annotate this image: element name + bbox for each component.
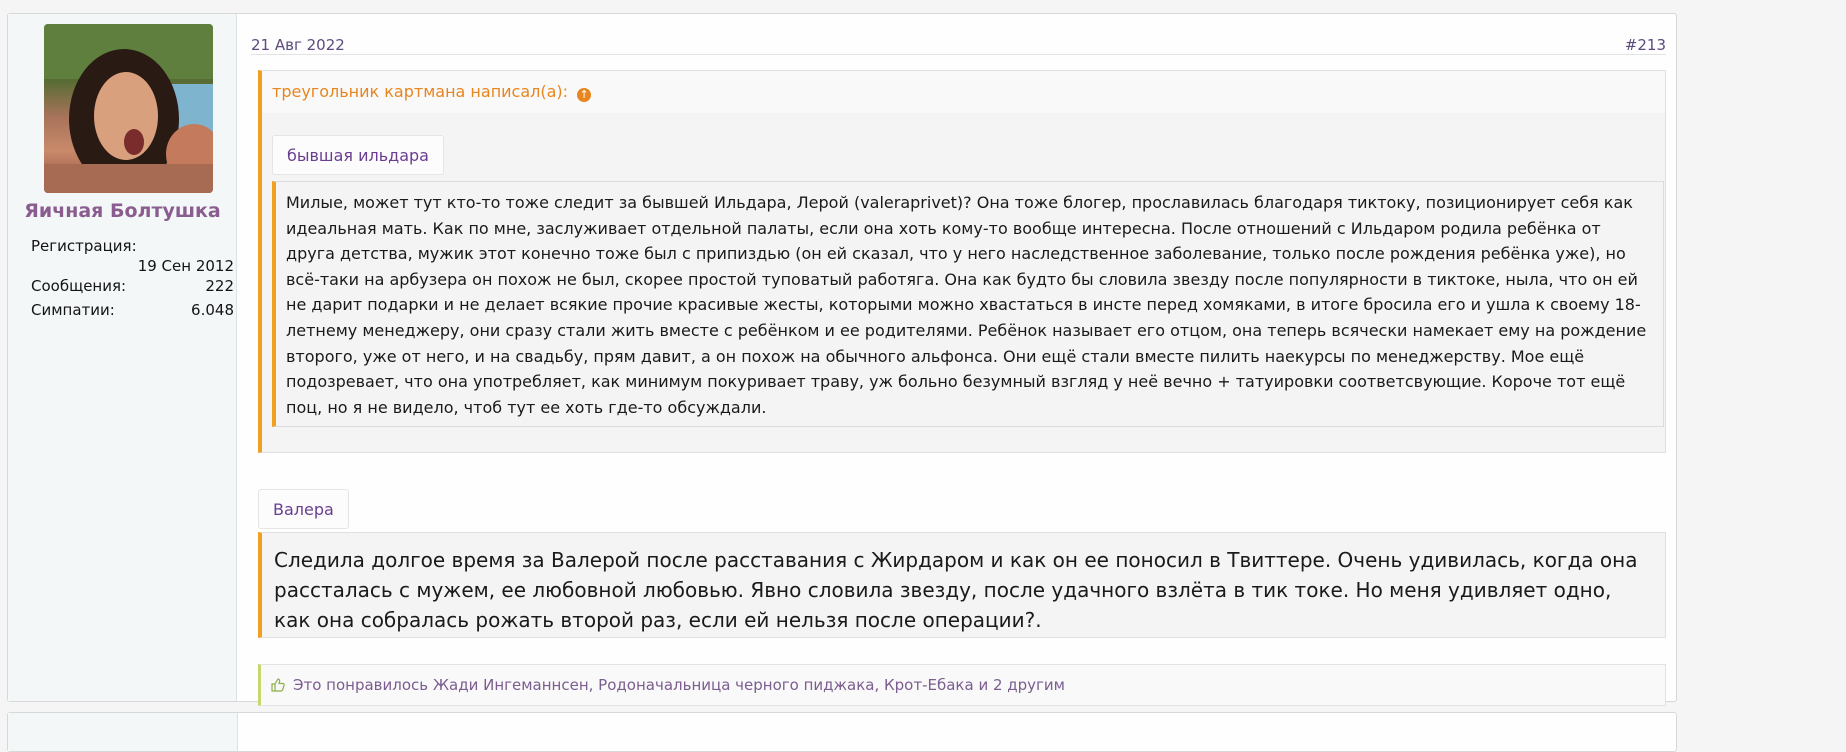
stat-label: Симпатии:: [31, 301, 115, 319]
post-date[interactable]: 21 Авг 2022: [251, 35, 345, 55]
post-user-cell: Яичная Болтушка Регистрация: 19 Сен 2012…: [8, 14, 237, 701]
stat-label: Сообщения:: [31, 277, 127, 295]
likes-text[interactable]: Это понравилось Жади Ингеманнсен, Родона…: [293, 676, 1065, 694]
post-header: 21 Авг 2022 #213: [251, 24, 1666, 55]
post-body: Следила долгое время за Валерой после ра…: [258, 532, 1666, 638]
post-main: 21 Авг 2022 #213 треугольник картмана на…: [237, 14, 1676, 706]
arrow-up-circle-icon[interactable]: ↑: [577, 88, 592, 102]
quote-author[interactable]: треугольник картмана написал(а):: [272, 82, 568, 101]
user-stats: Регистрация: 19 Сен 2012 Сообщения: 222 …: [31, 234, 234, 322]
stat-reactions: Симпатии: 6.048: [31, 298, 234, 322]
avatar-image: [44, 24, 213, 193]
stat-label: Регистрация:: [31, 237, 137, 255]
forum-post: Яичная Болтушка Регистрация: 19 Сен 2012…: [7, 13, 1677, 706]
quote-spoiler-content: Милые, может тут кто-то тоже следит за б…: [272, 181, 1664, 427]
stat-registration: Регистрация: 19 Сен 2012: [31, 234, 234, 275]
quote-header[interactable]: треугольник картмана написал(а): ↑: [262, 71, 1665, 113]
user-avatar[interactable]: [44, 24, 213, 193]
likes-bar[interactable]: Это понравилось Жади Ингеманнсен, Родона…: [258, 664, 1666, 706]
next-post: [7, 712, 1677, 752]
stat-value: 6.048: [191, 301, 234, 319]
post-permalink[interactable]: #213: [1625, 35, 1666, 55]
quote-spoiler-button[interactable]: бывшая ильдара: [272, 135, 444, 175]
thumbs-up-icon: [271, 667, 285, 692]
stat-value[interactable]: 222: [205, 274, 234, 298]
next-post-user-cell: [8, 713, 238, 751]
stat-messages: Сообщения: 222: [31, 274, 234, 298]
quote-block: треугольник картмана написал(а): ↑ бывша…: [258, 70, 1666, 453]
spoiler-button[interactable]: Валера: [258, 489, 349, 529]
username[interactable]: Яичная Болтушка: [8, 200, 237, 222]
